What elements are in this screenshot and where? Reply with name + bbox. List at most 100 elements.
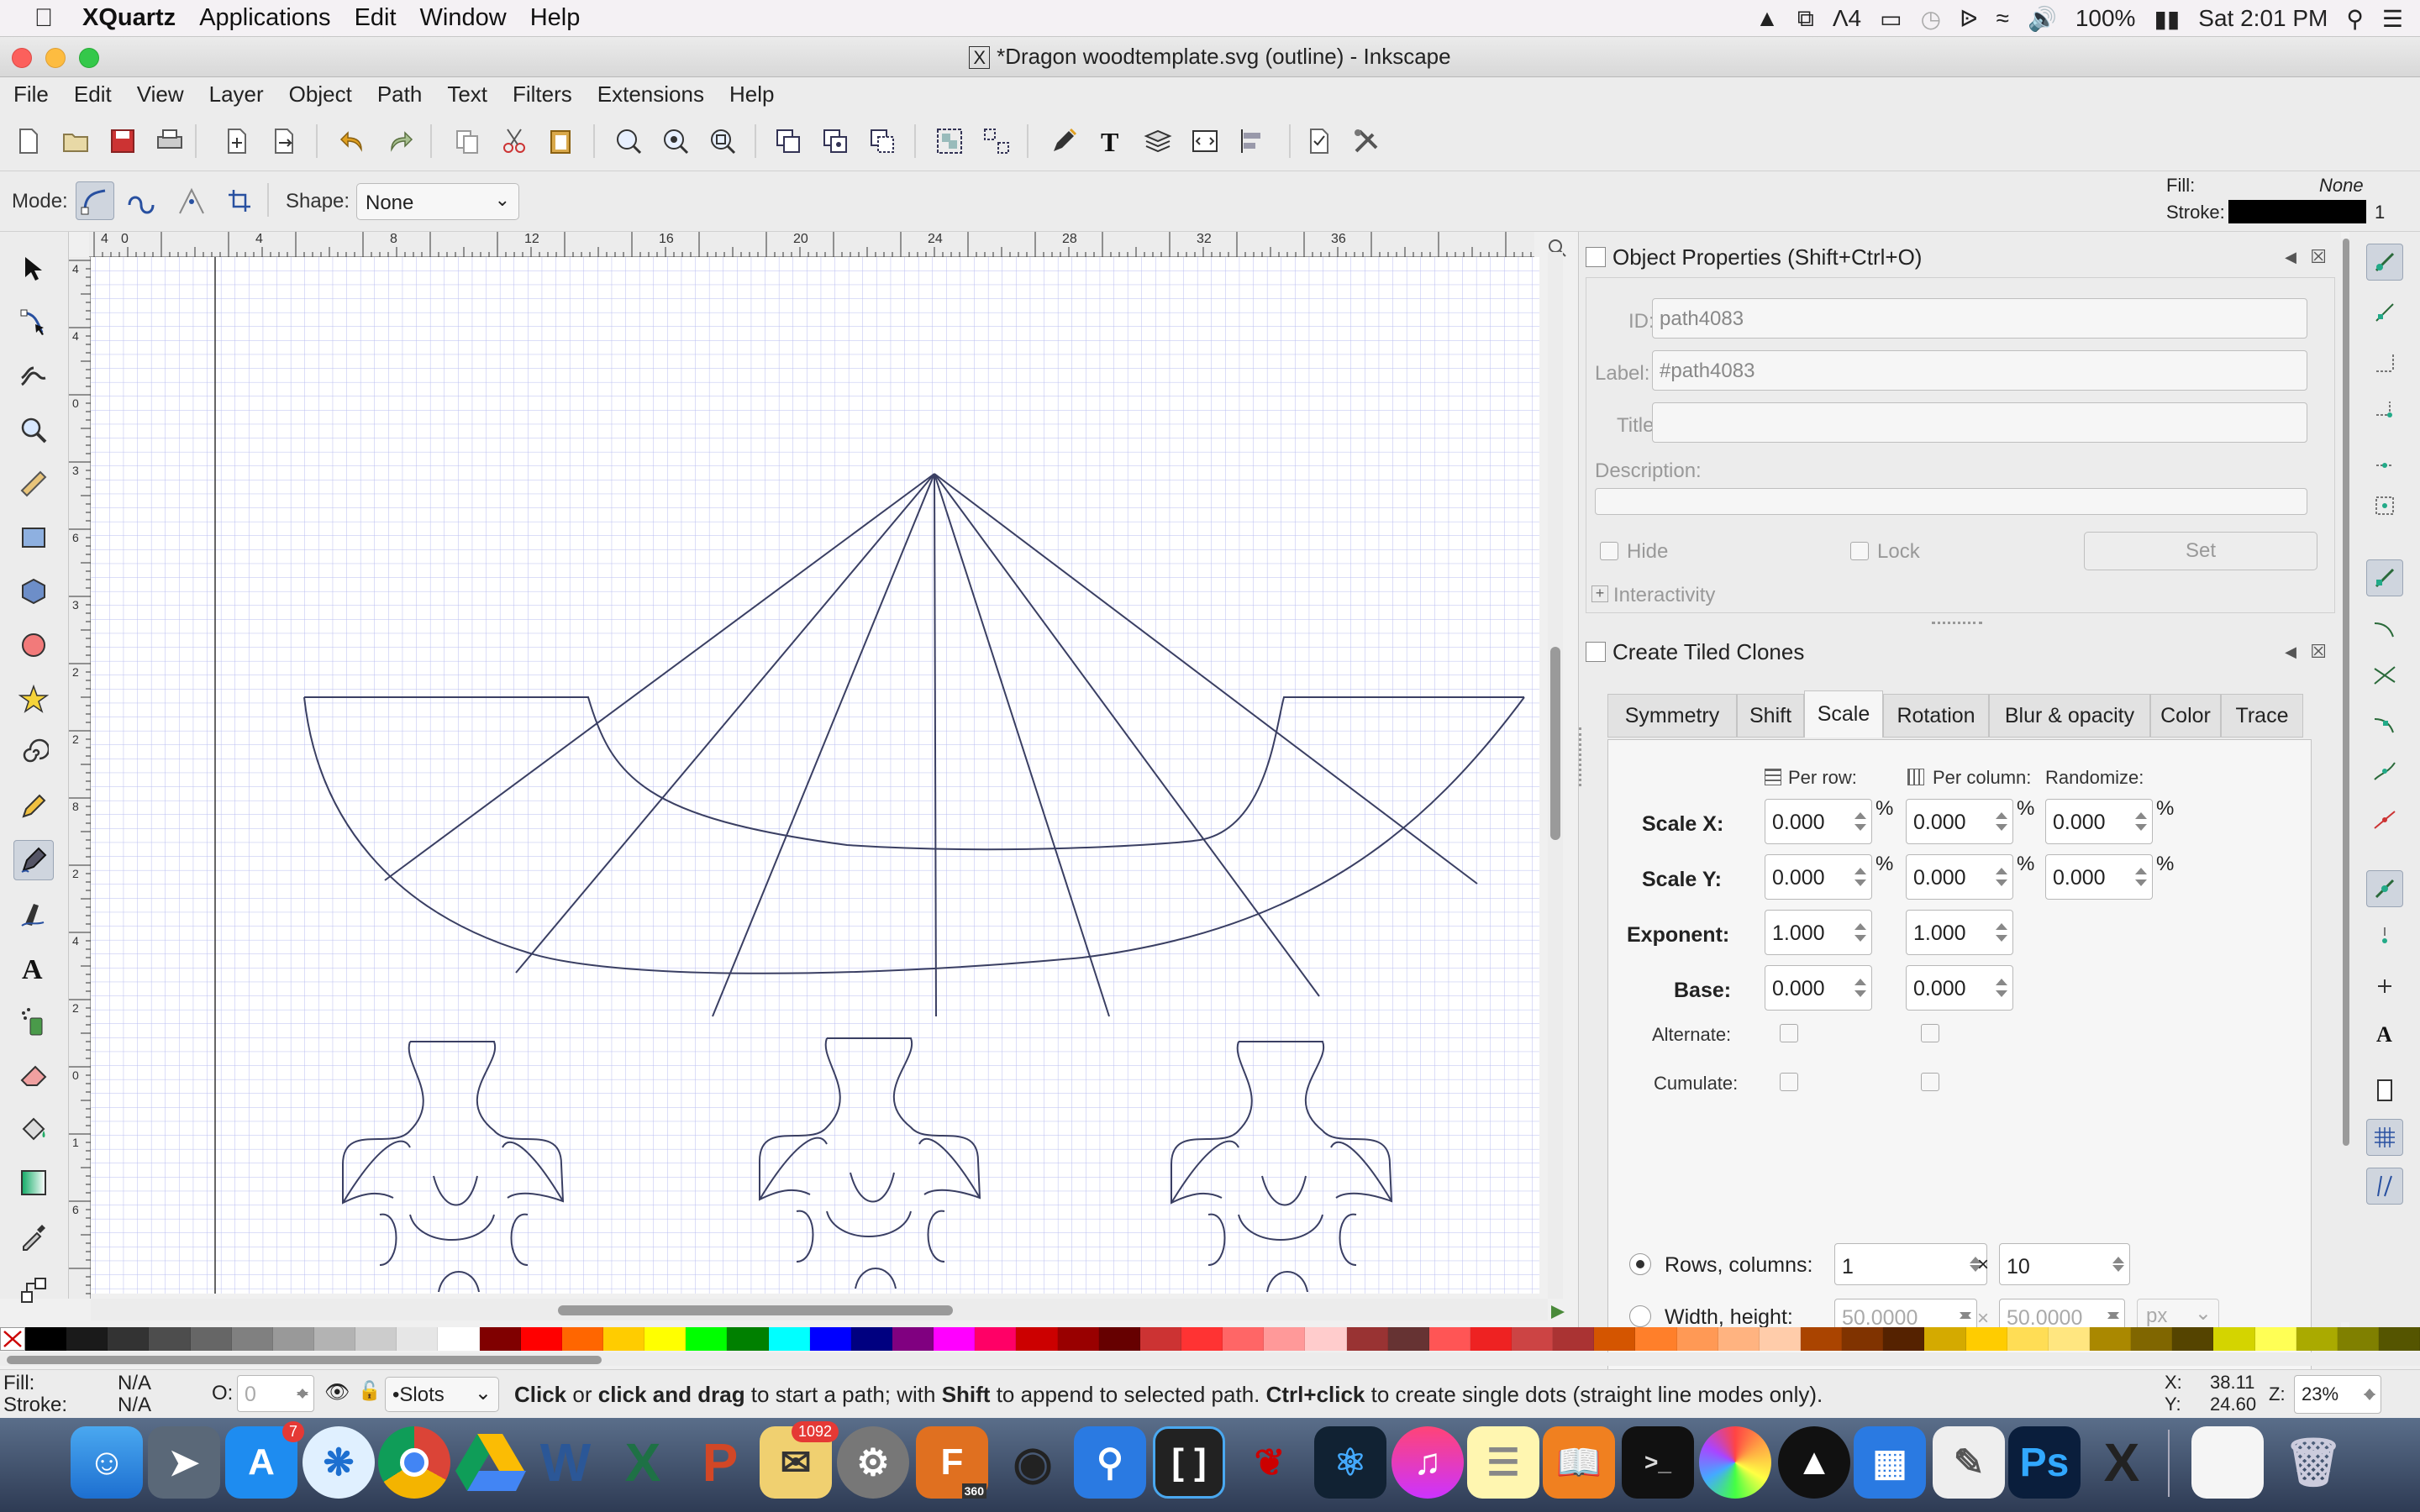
palette-swatch[interactable] (602, 1327, 645, 1351)
palette-swatch[interactable] (1594, 1327, 1636, 1351)
palette-scroll-thumb[interactable] (7, 1356, 602, 1364)
calligraphy-tool[interactable] (13, 894, 54, 934)
opacity-input[interactable]: 0 (237, 1375, 314, 1412)
clock[interactable]: Sat 2:01 PM (2198, 5, 2328, 32)
palette-swatch[interactable] (25, 1327, 67, 1351)
exponent-per-row-input[interactable]: 1.000 (1765, 910, 1872, 955)
menu-help[interactable]: Help (729, 81, 774, 108)
word-icon[interactable]: W (529, 1426, 602, 1499)
zoom-page-icon[interactable] (708, 126, 738, 156)
horizontal-scroll-thumb[interactable] (558, 1305, 953, 1315)
palette-swatch[interactable] (1553, 1327, 1595, 1351)
snap-nodes-button[interactable] (2366, 559, 2403, 596)
style-indicator[interactable]: Fill: None Stroke: 1 (2151, 171, 2420, 232)
menu-path[interactable]: Path (377, 81, 423, 108)
fusion-360-icon[interactable]: F 360 (916, 1426, 988, 1499)
pencil-tool[interactable] (13, 786, 54, 827)
palette-swatch[interactable] (1139, 1327, 1181, 1351)
layer-dropdown[interactable]: •Slots ⌄ (385, 1377, 499, 1412)
palette-swatch[interactable] (1842, 1327, 1884, 1351)
connector-tool[interactable] (13, 1270, 54, 1310)
snap-cusp-nodes-button[interactable] (2366, 706, 2403, 743)
palette-swatch[interactable] (727, 1327, 769, 1351)
snap-others-button[interactable] (2366, 870, 2403, 907)
zoom-tool[interactable] (13, 410, 54, 450)
menu-filters[interactable]: Filters (513, 81, 572, 108)
mac-menu-help[interactable]: Help (530, 4, 581, 32)
open-icon[interactable] (60, 126, 91, 156)
menu-extensions[interactable]: Extensions (597, 81, 704, 108)
preferences-icon[interactable] (1351, 126, 1381, 156)
redo-icon[interactable] (385, 126, 415, 156)
alternate-per-row-checkbox[interactable] (1780, 1024, 1798, 1042)
menu-edit[interactable]: Edit (74, 81, 112, 108)
mac-menu-edit[interactable]: Edit (355, 4, 397, 32)
airplay-icon[interactable]: ▭ (1880, 5, 1902, 33)
scale-x-randomize-input[interactable]: 0.000 (2045, 799, 2153, 844)
google-drive-icon[interactable] (454, 1426, 526, 1499)
palette-swatch[interactable] (1223, 1327, 1265, 1351)
palette-swatch[interactable] (1883, 1327, 1925, 1351)
apple-menu-icon[interactable]:  (18, 4, 69, 33)
gradient-tool[interactable] (13, 1163, 54, 1203)
menu-layer[interactable]: Layer (209, 81, 264, 108)
palette-swatch[interactable] (479, 1327, 521, 1351)
base-per-row-input[interactable]: 0.000 (1765, 965, 1872, 1011)
trash-icon[interactable]: 🗑 (2277, 1426, 2349, 1499)
snap-bbox-button[interactable] (2366, 294, 2403, 331)
scale-x-per-row-input[interactable]: 0.000 (1765, 799, 1872, 844)
copy-icon[interactable] (452, 126, 482, 156)
id-field[interactable]: path4083 (1652, 298, 2307, 339)
tab-shift[interactable]: Shift (1737, 694, 1804, 738)
palette-swatch[interactable] (1428, 1327, 1470, 1351)
snap-intersections-button[interactable] (2366, 657, 2403, 694)
object-properties-header[interactable]: Object Properties (Shift+Ctrl+O) ◀ ☒ (1586, 240, 2335, 274)
palette-swatch[interactable] (768, 1327, 810, 1351)
palette-swatch[interactable] (313, 1327, 356, 1351)
zoom-input[interactable]: 23% (2294, 1375, 2381, 1414)
snap-guide-button[interactable] (2366, 1168, 2403, 1205)
mode-bezier-button[interactable] (76, 181, 114, 220)
spiral-tool[interactable] (13, 732, 54, 773)
document-properties-icon[interactable] (1304, 126, 1334, 156)
palette-swatch[interactable] (1181, 1327, 1223, 1351)
palette-swatch[interactable] (108, 1327, 150, 1351)
google-drive-status-icon[interactable]: ▲ (1755, 5, 1779, 32)
interactivity-expander[interactable]: Interactivity (1613, 584, 1715, 607)
battery-percent[interactable]: 100% (2075, 5, 2136, 32)
pen-tool[interactable] (13, 840, 54, 880)
panel-iconify-icon[interactable]: ◀ (2285, 249, 2296, 266)
text-tool[interactable]: A (13, 948, 54, 988)
palette-swatch[interactable] (1801, 1327, 1843, 1351)
snap-page-border-button[interactable] (2366, 1072, 2403, 1109)
palette-swatch[interactable] (2379, 1327, 2420, 1351)
palette-swatch[interactable] (2172, 1327, 2214, 1351)
inkscape-icon[interactable]: ▲ (1778, 1426, 1850, 1499)
xquartz-icon[interactable]: X (2086, 1426, 2158, 1499)
atom-icon[interactable]: ⚛ (1314, 1426, 1386, 1499)
snap-bbox-edges-button[interactable] (2366, 344, 2403, 381)
chrome-icon[interactable] (378, 1426, 450, 1499)
palette-swatch[interactable] (1635, 1327, 1677, 1351)
zoom-selection-icon[interactable] (613, 126, 644, 156)
selector-tool[interactable] (13, 249, 54, 289)
label-field[interactable]: #path4083 (1652, 350, 2307, 391)
menu-file[interactable]: File (13, 81, 49, 108)
group-icon[interactable] (934, 126, 965, 156)
cut-icon[interactable] (499, 126, 529, 156)
battery-icon[interactable]: ▮▮ (2154, 5, 2180, 33)
palette-swatch[interactable] (272, 1327, 314, 1351)
palette-swatch[interactable] (2337, 1327, 2380, 1351)
snap-bbox-corners-button[interactable] (2366, 391, 2403, 428)
cumulate-per-column-checkbox[interactable] (1921, 1073, 1939, 1091)
fill-and-stroke-icon[interactable] (1049, 126, 1079, 156)
set-button[interactable]: Set (2084, 532, 2317, 570)
palette-swatch[interactable] (66, 1327, 108, 1351)
palette-swatch[interactable] (1470, 1327, 1512, 1351)
menu-text[interactable]: Text (447, 81, 487, 108)
menu-view[interactable]: View (137, 81, 184, 108)
print-icon[interactable] (155, 126, 185, 156)
panel-close-icon[interactable]: ☒ (2310, 246, 2327, 268)
text-and-font-icon[interactable]: T (1096, 126, 1126, 156)
measure-tool[interactable] (13, 464, 54, 504)
